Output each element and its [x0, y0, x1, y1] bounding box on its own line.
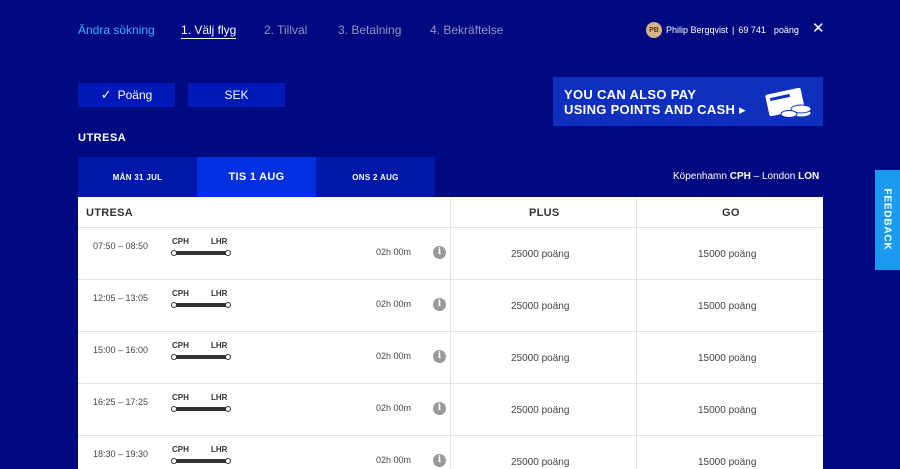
plus-price[interactable]: 25000 poäng — [511, 249, 569, 260]
avatar: PB — [646, 22, 662, 38]
date-tab-next[interactable]: ONS 2 AUG — [316, 157, 435, 197]
header-plus: PLUS — [529, 207, 560, 219]
step-2-extras[interactable]: 2. Tillval — [264, 23, 307, 37]
user-separator: | — [732, 25, 735, 35]
flight-duration: 02h 00m — [376, 403, 412, 413]
banner-text: YOU CAN ALSO PAY USING POINTS AND CASH ▸ — [564, 87, 746, 117]
table-row: 07:50 – 08:50 CPH LHR 02h 00m i 25000 po… — [78, 228, 823, 280]
destination-code: LHR — [211, 289, 228, 298]
info-icon[interactable]: i — [433, 298, 446, 311]
user-points-unit: poäng — [773, 25, 799, 35]
plus-price[interactable]: 25000 poäng — [511, 457, 569, 468]
flight-path-bar — [171, 302, 231, 308]
route-to-city: London — [761, 171, 796, 182]
points-toggle-label: Poäng — [117, 88, 153, 102]
points-and-cash-banner[interactable]: YOU CAN ALSO PAY USING POINTS AND CASH ▸ — [553, 77, 823, 126]
header-outbound: UTRESA — [86, 207, 134, 219]
flight-path-bar — [171, 406, 231, 412]
change-search-link[interactable]: Ändra sökning — [78, 23, 155, 37]
card-and-coins-icon — [765, 87, 812, 118]
flight-duration: 02h 00m — [376, 247, 412, 257]
flight-path-bar — [171, 354, 231, 360]
table-row: 16:25 – 17:25 CPH LHR 02h 00m i 25000 po… — [78, 384, 823, 436]
user-name: Philip Bergqvist — [666, 25, 729, 35]
user-points: 69 741 — [738, 25, 766, 35]
route-to-code: LON — [798, 171, 820, 182]
route-from-code: CPH — [729, 171, 751, 182]
go-price[interactable]: 15000 poäng — [698, 457, 756, 468]
table-row: 15:00 – 16:00 CPH LHR 02h 00m i 25000 po… — [78, 332, 823, 384]
sek-toggle-button[interactable]: SEK — [188, 83, 285, 107]
flight-time: 18:30 – 19:30 — [93, 449, 149, 459]
date-tab-selected[interactable]: TIS 1 AUG — [197, 157, 316, 197]
step-4-confirmation[interactable]: 4. Bekräftelse — [430, 23, 503, 37]
flight-path-bar — [171, 250, 231, 256]
step-1-select-flight[interactable]: 1. Välj flyg — [181, 23, 237, 39]
table-row: 12:05 – 13:05 CPH LHR 02h 00m i 25000 po… — [78, 280, 823, 332]
close-icon[interactable]: ✕ — [812, 19, 825, 37]
flight-time: 16:25 – 17:25 — [93, 397, 149, 407]
flight-time: 07:50 – 08:50 — [93, 241, 149, 251]
flight-time: 15:00 – 16:00 — [93, 345, 149, 355]
plus-price[interactable]: 25000 poäng — [511, 405, 569, 416]
plus-price[interactable]: 25000 poäng — [511, 301, 569, 312]
destination-code: LHR — [211, 393, 228, 402]
origin-code: CPH — [172, 341, 189, 350]
section-title-outbound: UTRESA — [78, 132, 127, 144]
flight-duration: 02h 00m — [376, 455, 412, 465]
destination-code: LHR — [211, 237, 228, 246]
sek-toggle-label: SEK — [224, 88, 249, 102]
flight-duration: 02h 00m — [376, 351, 412, 361]
table-header: UTRESA PLUS GO — [78, 197, 823, 228]
banner-line-1: YOU CAN ALSO PAY — [564, 87, 697, 102]
go-price[interactable]: 15000 poäng — [698, 249, 756, 260]
flights-table: UTRESA PLUS GO 07:50 – 08:50 CPH LHR 02h… — [78, 197, 823, 469]
header-go: GO — [722, 207, 740, 219]
go-price[interactable]: 15000 poäng — [698, 405, 756, 416]
top-nav: Ändra sökning 1. Välj flyg 2. Tillval 3.… — [0, 0, 900, 60]
flight-path-bar — [171, 458, 231, 464]
step-3-payment[interactable]: 3. Betalning — [338, 23, 401, 37]
route-label: Köpenhamn CPH – London LON — [673, 171, 819, 182]
info-icon[interactable]: i — [433, 350, 446, 363]
flight-duration: 02h 00m — [376, 299, 412, 309]
plus-price[interactable]: 25000 poäng — [511, 353, 569, 364]
user-info[interactable]: PB Philip Bergqvist | 69 741 poäng — [646, 22, 799, 38]
date-tab-prev[interactable]: MÅN 31 JUL — [78, 157, 197, 197]
origin-code: CPH — [172, 445, 189, 454]
flight-time: 12:05 – 13:05 — [93, 293, 149, 303]
feedback-label: FEEDBACK — [881, 188, 893, 251]
route-from-city: Köpenhamn — [673, 171, 727, 182]
table-row: 18:30 – 19:30 CPH LHR 02h 00m i 25000 po… — [78, 436, 823, 469]
route-separator: – — [753, 171, 760, 182]
info-icon[interactable]: i — [433, 246, 446, 259]
feedback-tab[interactable]: FEEDBACK — [875, 170, 900, 270]
origin-code: CPH — [172, 237, 189, 246]
points-toggle-button[interactable]: ✓ Poäng — [78, 83, 175, 107]
banner-line-2: USING POINTS AND CASH ▸ — [564, 102, 746, 117]
destination-code: LHR — [211, 445, 228, 454]
info-icon[interactable]: i — [433, 454, 446, 467]
origin-code: CPH — [172, 393, 189, 402]
destination-code: LHR — [211, 341, 228, 350]
go-price[interactable]: 15000 poäng — [698, 301, 756, 312]
origin-code: CPH — [172, 289, 189, 298]
go-price[interactable]: 15000 poäng — [698, 353, 756, 364]
checkmark-icon: ✓ — [100, 87, 112, 102]
info-icon[interactable]: i — [433, 402, 446, 415]
